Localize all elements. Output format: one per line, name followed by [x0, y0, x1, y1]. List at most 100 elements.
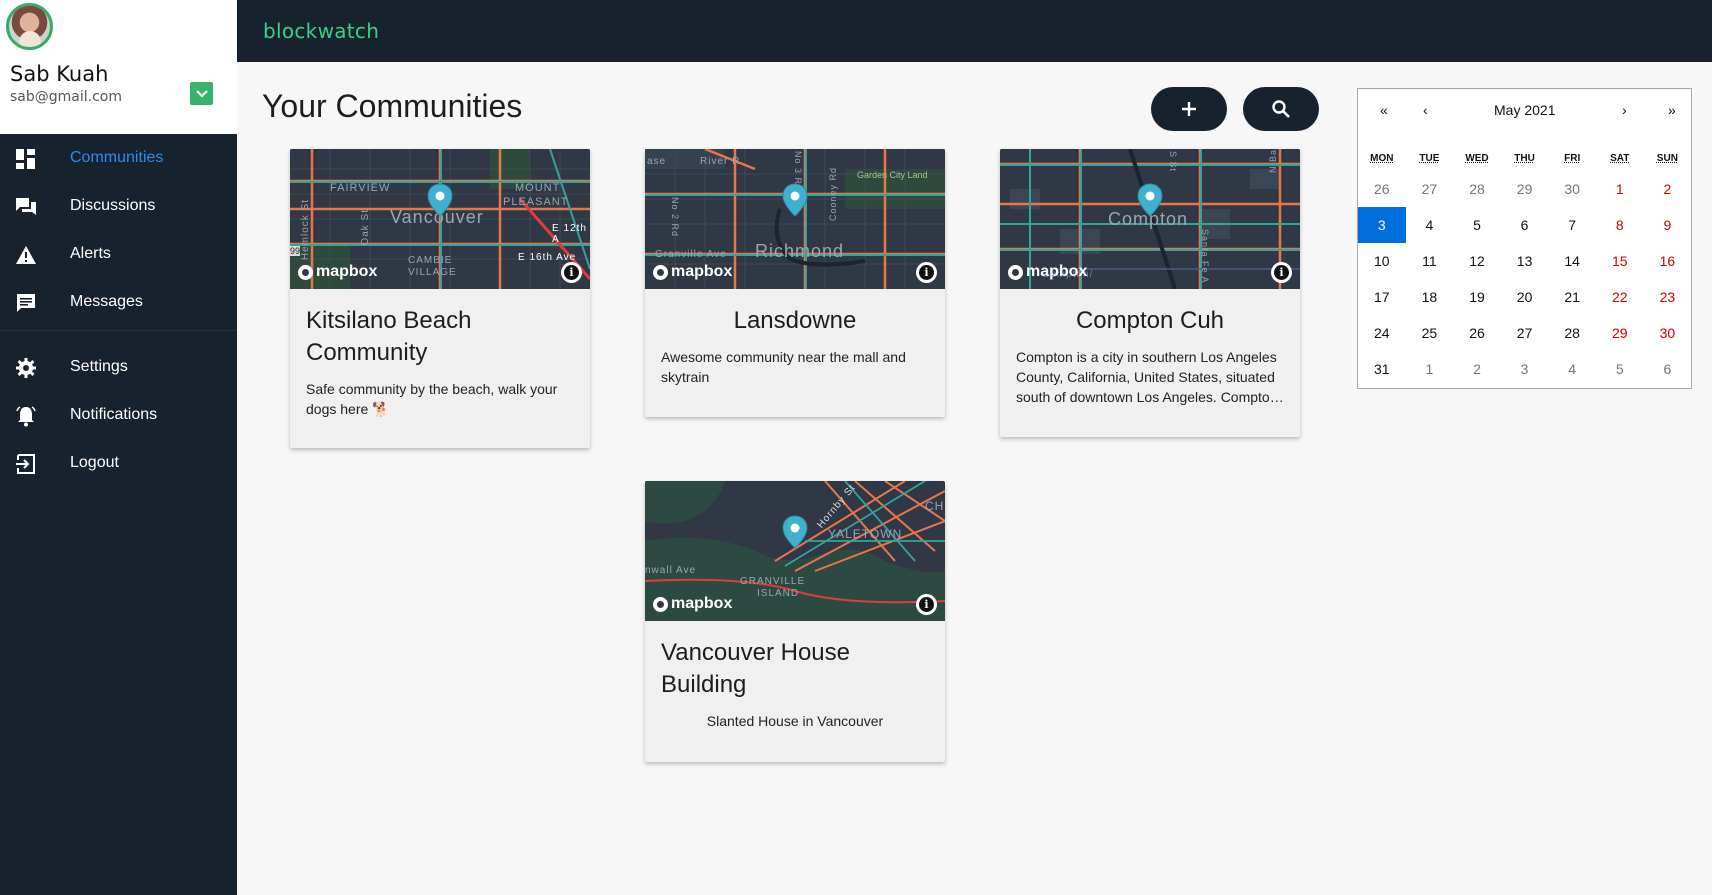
map-place-label: Richmond [755, 241, 845, 261]
calendar-prev-month-button[interactable]: ‹ [1423, 102, 1428, 118]
calendar-day[interactable]: 26 [1453, 315, 1501, 351]
avatar[interactable] [6, 3, 53, 50]
mapbox-logo[interactable]: mapbox [653, 263, 732, 281]
top-app-bar: blockwatch [237, 0, 1712, 62]
sidebar-item-messages[interactable]: Messages [0, 278, 237, 326]
calendar-day[interactable]: 11 [1406, 243, 1454, 279]
calendar-next-month-button[interactable]: › [1622, 102, 1627, 118]
calendar-day[interactable]: 19 [1453, 279, 1501, 315]
calendar-day[interactable]: 27 [1501, 315, 1549, 351]
map-info-button[interactable]: i [916, 594, 937, 615]
sidebar-item-label: Notifications [70, 406, 158, 423]
calendar-day[interactable]: 26 [1358, 171, 1406, 207]
forum-icon [16, 198, 36, 215]
sidebar-item-settings[interactable]: Settings [0, 343, 237, 391]
calendar-day[interactable]: 10 [1358, 243, 1406, 279]
calendar-day[interactable]: 28 [1548, 315, 1596, 351]
calendar-day[interactable]: 28 [1453, 171, 1501, 207]
calendar-day[interactable]: 2 [1453, 351, 1501, 387]
calendar-day[interactable]: 29 [1501, 171, 1549, 207]
gear-icon [16, 358, 36, 378]
calendar-days: 26 27 28 29 30 1 2 3 4 5 6 7 8 9 10 11 12 13 14 15 16 17 18 19 2… [1358, 171, 1693, 387]
calendar-day[interactable]: 20 [1501, 279, 1549, 315]
calendar-day[interactable]: 31 [1358, 351, 1406, 387]
calendar-day[interactable]: 18 [1406, 279, 1454, 315]
calendar-day[interactable]: 13 [1501, 243, 1549, 279]
calendar-day[interactable]: 9 [1644, 207, 1692, 243]
calendar-day[interactable]: 29 [1596, 315, 1644, 351]
calendar-day[interactable]: 4 [1548, 351, 1596, 387]
sidebar-item-discussions[interactable]: Discussions [0, 182, 237, 230]
map-label: Cooney Rd [828, 167, 838, 222]
calendar-day[interactable]: 16 [1644, 243, 1692, 279]
add-community-button[interactable] [1151, 87, 1227, 131]
sidebar-item-communities[interactable]: Communities [0, 134, 237, 182]
calendar-day[interactable]: 30 [1548, 171, 1596, 207]
community-description: Slanted House in Vancouver [706, 713, 884, 729]
community-map[interactable]: Compton Compton/ Santa Fe A N Ba S St ma… [1000, 149, 1300, 289]
calendar-day[interactable]: 22 [1596, 279, 1644, 315]
app-brand[interactable]: blockwatch [263, 19, 379, 43]
map-info-button[interactable]: i [561, 262, 582, 283]
community-title: Lansdowne [733, 307, 857, 334]
calendar-day[interactable]: 6 [1644, 351, 1692, 387]
calendar-day[interactable]: 6 [1501, 207, 1549, 243]
info-icon: i [919, 597, 934, 612]
mapbox-logo[interactable]: mapbox [1008, 263, 1087, 281]
community-card[interactable]: Compton Compton/ Santa Fe A N Ba S St ma… [1000, 149, 1300, 437]
mapbox-logo-icon [653, 596, 668, 612]
calendar-day[interactable]: 3 [1358, 207, 1406, 243]
calendar-day[interactable]: 25 [1406, 315, 1454, 351]
calendar-day[interactable]: 17 [1358, 279, 1406, 315]
info-icon: i [1274, 265, 1289, 280]
calendar-next-year-button[interactable]: » [1668, 102, 1676, 118]
community-map[interactable]: Richmond ase River R No 3 Rd Cooney Rd G… [645, 149, 945, 289]
calendar-day[interactable]: 4 [1406, 207, 1454, 243]
calendar-day[interactable]: 2 [1644, 171, 1692, 207]
calendar-day[interactable]: 21 [1548, 279, 1596, 315]
map-info-button[interactable]: i [916, 262, 937, 283]
calendar-day[interactable]: 23 [1644, 279, 1692, 315]
calendar-day[interactable]: 8 [1596, 207, 1644, 243]
sidebar-item-notifications[interactable]: Notifications [0, 391, 237, 439]
map-label: S St [1168, 151, 1178, 173]
mapbox-logo[interactable]: mapbox [298, 263, 377, 281]
map-label: CH [925, 499, 945, 513]
calendar-day[interactable]: 30 [1644, 315, 1692, 351]
calendar-day[interactable]: 1 [1406, 351, 1454, 387]
calendar-day[interactable]: 24 [1358, 315, 1406, 351]
sidebar-item-label: Discussions [70, 197, 156, 214]
community-card[interactable]: Richmond ase River R No 3 Rd Cooney Rd G… [645, 149, 945, 417]
calendar-day[interactable]: 27 [1406, 171, 1454, 207]
sidebar-item-logout[interactable]: Logout [0, 439, 237, 487]
sidebar: Sab Kuah sab@gmail.com Communities Discu… [0, 0, 237, 895]
sidebar-item-alerts[interactable]: Alerts [0, 230, 237, 278]
search-communities-button[interactable] [1243, 87, 1319, 131]
search-icon [1272, 100, 1290, 118]
calendar-month-label[interactable]: May 2021 [1494, 102, 1555, 118]
calendar-day[interactable]: 5 [1453, 207, 1501, 243]
plus-icon [1182, 102, 1196, 116]
community-map[interactable]: Vancouver FAIRVIEW MOUNT PLEASANT CAMBIE… [290, 149, 590, 289]
map-label: Santa Fe A [1200, 229, 1210, 284]
map-label: ase [647, 156, 667, 167]
community-card[interactable]: Vancouver FAIRVIEW MOUNT PLEASANT CAMBIE… [290, 149, 590, 448]
profile-email: sab@gmail.com [10, 89, 122, 105]
chevron-down-icon [195, 89, 208, 97]
map-info-button[interactable]: i [1271, 262, 1292, 283]
calendar-prev-year-button[interactable]: « [1380, 102, 1388, 118]
community-map[interactable]: YALETOWN GRANVILLE ISLAND Hornby St nwal… [645, 481, 945, 621]
calendar-day[interactable]: 7 [1548, 207, 1596, 243]
calendar-day[interactable]: 5 [1596, 351, 1644, 387]
map-label: Hemlock St [300, 199, 311, 261]
calendar-day[interactable]: 12 [1453, 243, 1501, 279]
calendar-day[interactable]: 15 [1596, 243, 1644, 279]
calendar-day[interactable]: 14 [1548, 243, 1596, 279]
profile-dropdown-button[interactable] [190, 82, 213, 105]
mapbox-logo[interactable]: mapbox [653, 595, 732, 613]
calendar-day[interactable]: 1 [1596, 171, 1644, 207]
community-card[interactable]: YALETOWN GRANVILLE ISLAND Hornby St nwal… [645, 481, 945, 762]
map-pin-icon [782, 183, 808, 217]
calendar-day[interactable]: 3 [1501, 351, 1549, 387]
sidebar-item-label: Logout [70, 454, 119, 471]
